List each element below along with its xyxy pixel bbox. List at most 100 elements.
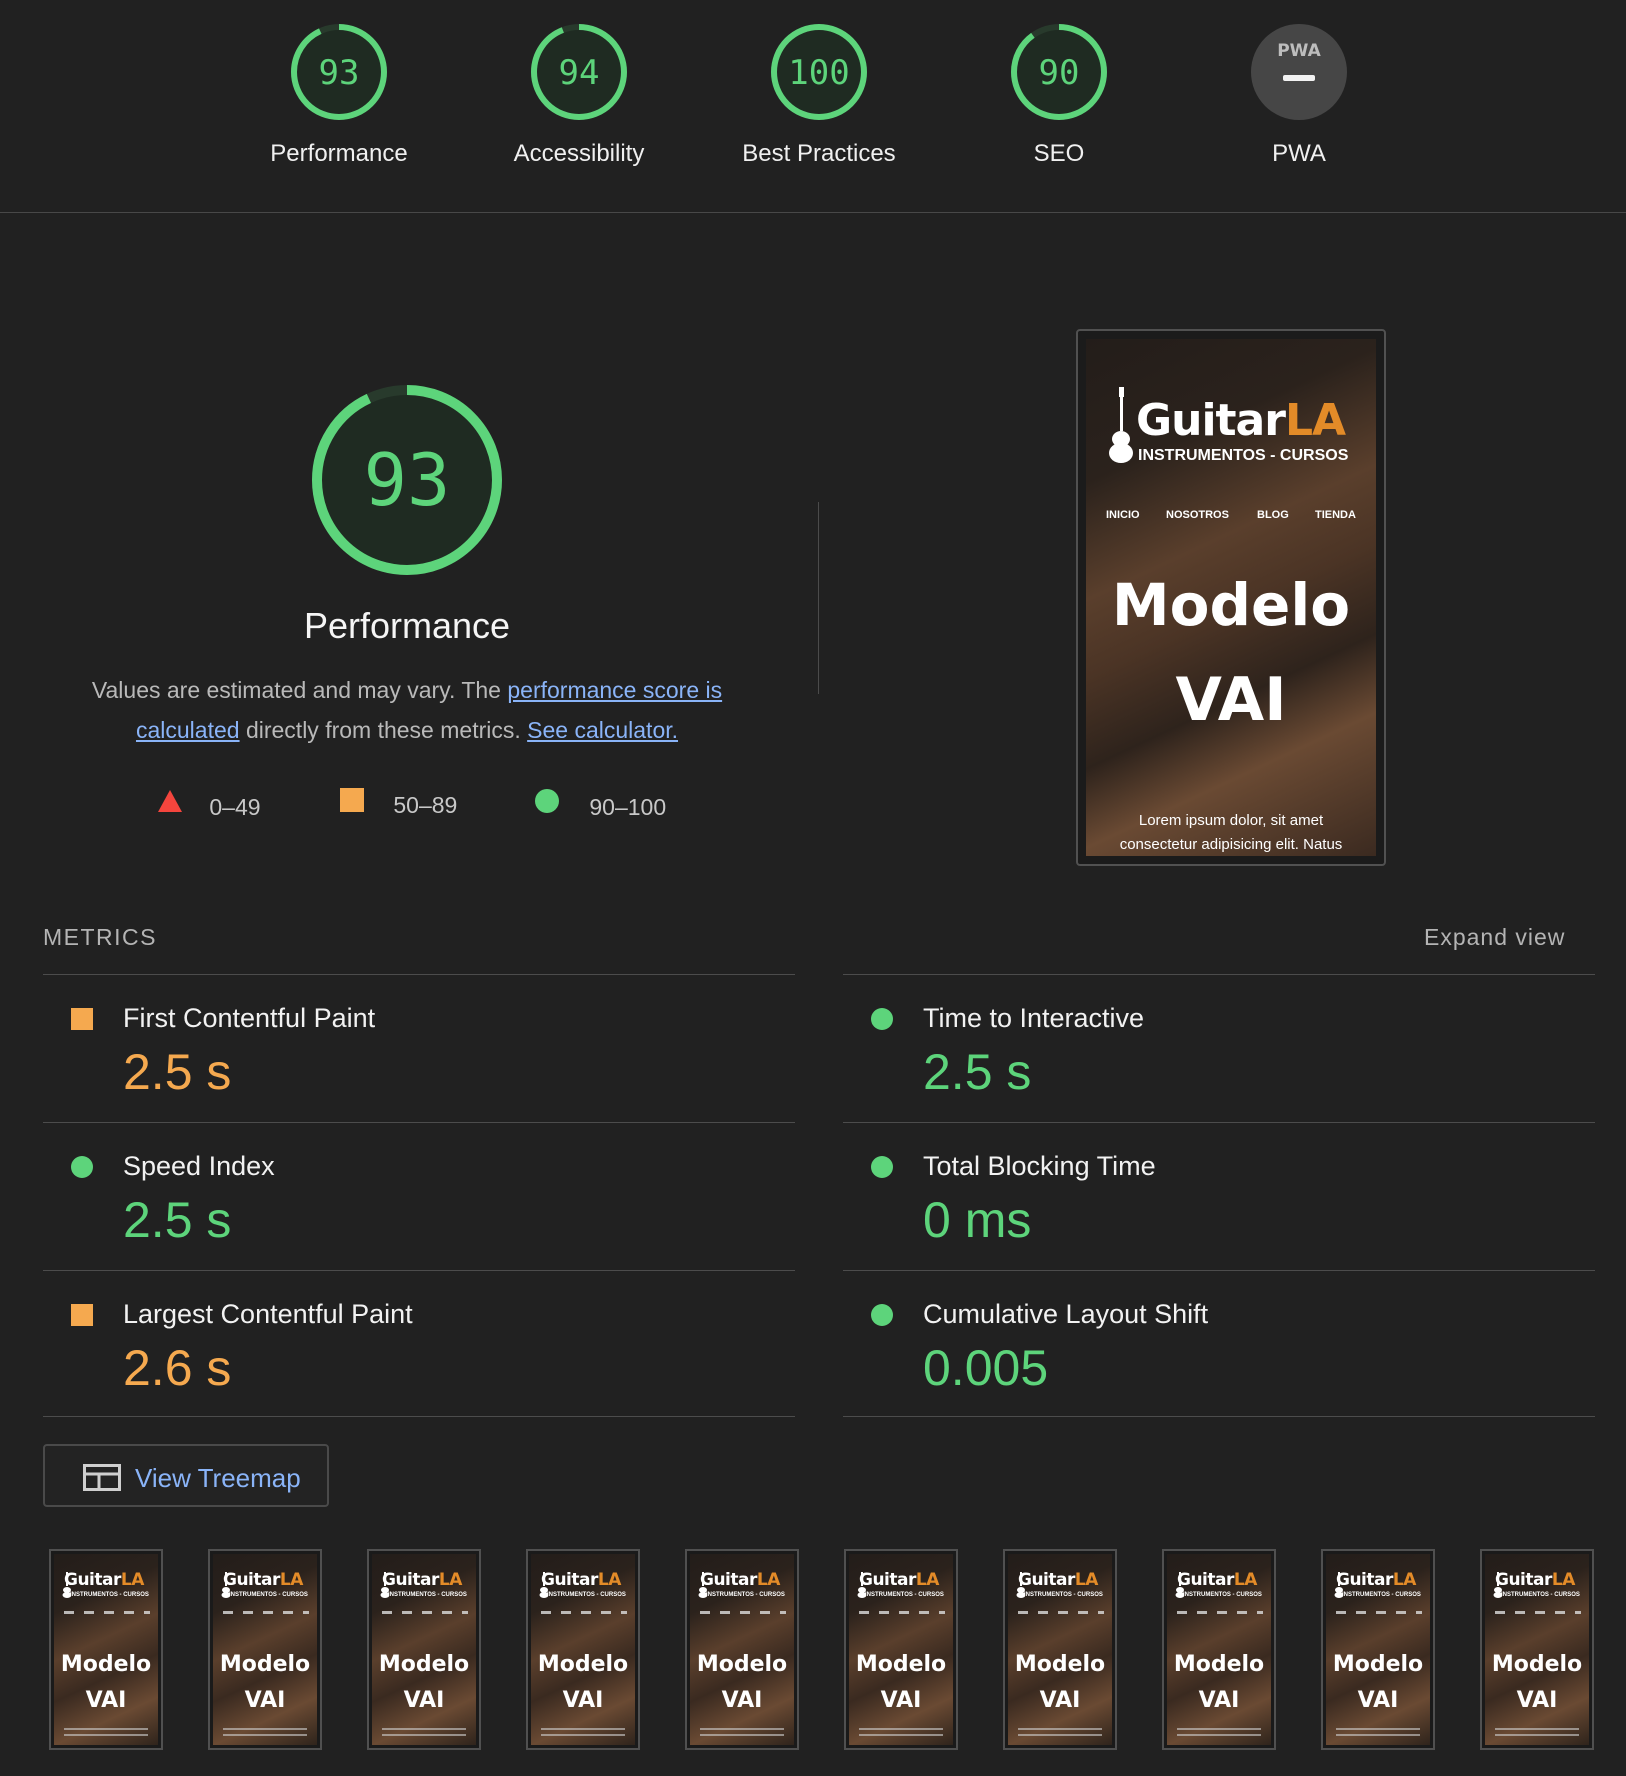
triangle-icon	[158, 790, 182, 812]
gauge-pwa-label: PWA	[1272, 140, 1326, 167]
pass-circle-icon	[871, 1304, 893, 1326]
gauge-accessibility-score: 94	[559, 53, 600, 93]
filmstrip-frame[interactable]: GuitarLA INSTRUMENTOS - CURSOS Modelo VAI	[1003, 1549, 1117, 1750]
expand-view-toggle[interactable]: Expand view	[1424, 924, 1565, 951]
metric-speed-index: Speed Index 2.5 s	[43, 1123, 795, 1271]
filmstrip-heading-line1: Modelo	[60, 1652, 152, 1677]
metric-label: Speed Index	[123, 1151, 275, 1181]
performance-score-gauge: 93	[312, 385, 502, 575]
filmstrip-nav	[1018, 1611, 1104, 1614]
filmstrip-heading-line1: Modelo	[696, 1652, 788, 1677]
site-logo: GuitarLA INSTRUMENTOS - CURSOS	[1136, 395, 1348, 464]
filmstrip-frame[interactable]: GuitarLA INSTRUMENTOS - CURSOS Modelo VAI	[1162, 1549, 1276, 1750]
filmstrip-nav	[1495, 1611, 1581, 1614]
filmstrip-lorem	[1177, 1728, 1261, 1739]
filmstrip-lorem	[1336, 1728, 1420, 1739]
filmstrip-nav	[1336, 1611, 1422, 1614]
filmstrip-lorem	[541, 1728, 625, 1739]
pass-circle-icon	[871, 1008, 893, 1030]
filmstrip-frame[interactable]: GuitarLA INSTRUMENTOS - CURSOS Modelo VAI	[1480, 1549, 1594, 1750]
filmstrip-heading-line2: VAI	[1198, 1688, 1240, 1713]
gauge-accessibility[interactable]: 94 Accessibility	[479, 22, 679, 168]
filmstrip-lorem	[1018, 1728, 1102, 1739]
category-gauges-bar: 93 Performance 94 Accessibility 100 Best…	[0, 0, 1626, 213]
filmstrip-heading-line2: VAI	[1357, 1688, 1399, 1713]
view-treemap-label: View Treemap	[135, 1463, 301, 1493]
filmstrip-frame[interactable]: GuitarLA INSTRUMENTOS - CURSOS Modelo VAI	[208, 1549, 322, 1750]
hero-heading-line2: VAI	[1175, 665, 1287, 735]
gauge-accessibility-label: Accessibility	[513, 140, 645, 167]
filmstrip-frame-image: GuitarLA INSTRUMENTOS - CURSOS Modelo VAI	[1167, 1554, 1271, 1745]
filmstrip-heading-line2: VAI	[880, 1688, 922, 1713]
filmstrip-nav	[1177, 1611, 1263, 1614]
gauge-performance[interactable]: 93 Performance	[239, 22, 439, 168]
logo-subtitle: INSTRUMENTOS - CURSOS	[1138, 447, 1349, 464]
filmstrip-logo-subtitle: INSTRUMENTOS - CURSOS	[865, 1592, 944, 1598]
treemap-icon	[83, 1464, 121, 1491]
description-text: Values are estimated and may vary. The	[91, 677, 508, 703]
filmstrip-heading-line2: VAI	[1516, 1688, 1558, 1713]
filmstrip-heading-line1: Modelo	[378, 1652, 470, 1677]
metric-total-blocking-time: Total Blocking Time 0 ms	[843, 1123, 1595, 1271]
filmstrip-frame-image: GuitarLA INSTRUMENTOS - CURSOS Modelo VAI	[1485, 1554, 1589, 1745]
filmstrip-logo-subtitle: INSTRUMENTOS - CURSOS	[706, 1592, 785, 1598]
gauge-seo-ring: 90	[1011, 24, 1107, 120]
metric-value: 0.005	[923, 1340, 1049, 1396]
filmstrip-logo-subtitle: INSTRUMENTOS - CURSOS	[229, 1592, 308, 1598]
filmstrip-lorem	[1495, 1728, 1579, 1739]
filmstrip-frame[interactable]: GuitarLA INSTRUMENTOS - CURSOS Modelo VAI	[685, 1549, 799, 1750]
filmstrip-frame[interactable]: GuitarLA INSTRUMENTOS - CURSOS Modelo VAI	[49, 1549, 163, 1750]
filmstrip-nav	[223, 1611, 309, 1614]
filmstrip-logo: GuitarLA	[541, 1570, 621, 1590]
filmstrip-frame-image: GuitarLA INSTRUMENTOS - CURSOS Modelo VAI	[213, 1554, 317, 1745]
filmstrip-logo: GuitarLA	[700, 1570, 780, 1590]
filmstrip-logo: GuitarLA	[1495, 1570, 1575, 1590]
filmstrip-frame-image: GuitarLA INSTRUMENTOS - CURSOS Modelo VAI	[372, 1554, 476, 1745]
lorem-line1: Lorem ipsum dolor, sit amet	[1138, 812, 1324, 829]
filmstrip-frame[interactable]: GuitarLA INSTRUMENTOS - CURSOS Modelo VAI	[844, 1549, 958, 1750]
filmstrip-lorem	[859, 1728, 943, 1739]
site-nav-tienda: TIENDA	[1315, 509, 1356, 521]
filmstrip-frame[interactable]: GuitarLA INSTRUMENTOS - CURSOS Modelo VAI	[1321, 1549, 1435, 1750]
filmstrip-lorem	[382, 1728, 466, 1739]
filmstrip-heading-line1: Modelo	[1332, 1652, 1424, 1677]
filmstrip-nav	[700, 1611, 786, 1614]
average-square-icon	[71, 1304, 93, 1326]
view-treemap-button[interactable]: View Treemap	[43, 1444, 329, 1507]
site-nav-blog: BLOG	[1257, 509, 1289, 521]
filmstrip-heading-line1: Modelo	[219, 1652, 311, 1677]
see-calculator-link[interactable]: See calculator.	[527, 717, 678, 743]
legend-pass-range: 90–100	[589, 794, 667, 821]
legend-fail: 0–49	[157, 788, 261, 820]
gauge-best-practices[interactable]: 100 Best Practices	[719, 22, 919, 168]
pass-circle-icon	[71, 1156, 93, 1178]
filmstrip-heading-line1: Modelo	[537, 1652, 629, 1677]
filmstrip-heading-line1: Modelo	[1014, 1652, 1106, 1677]
filmstrip-heading-line1: Modelo	[1173, 1652, 1265, 1677]
filmstrip-frame-image: GuitarLA INSTRUMENTOS - CURSOS Modelo VAI	[849, 1554, 953, 1745]
filmstrip-heading-line2: VAI	[1039, 1688, 1081, 1713]
metric-value: 2.5 s	[123, 1192, 232, 1248]
filmstrip-frame[interactable]: GuitarLA INSTRUMENTOS - CURSOS Modelo VAI	[367, 1549, 481, 1750]
filmstrip-logo-subtitle: INSTRUMENTOS - CURSOS	[1342, 1592, 1421, 1598]
filmstrip-heading-line1: Modelo	[855, 1652, 947, 1677]
final-screenshot[interactable]: GuitarLA INSTRUMENTOS - CURSOS INICIO NO…	[1076, 329, 1386, 866]
metric-first-contentful-paint: First Contentful Paint 2.5 s	[43, 975, 795, 1123]
square-icon	[340, 788, 364, 812]
filmstrip-heading-line1: Modelo	[1491, 1652, 1583, 1677]
filmstrip-frame[interactable]: GuitarLA INSTRUMENTOS - CURSOS Modelo VAI	[526, 1549, 640, 1750]
average-square-icon	[71, 1008, 93, 1030]
filmstrip-logo: GuitarLA	[1177, 1570, 1257, 1590]
filmstrip-frame-image: GuitarLA INSTRUMENTOS - CURSOS Modelo VAI	[54, 1554, 158, 1745]
filmstrip-lorem	[223, 1728, 307, 1739]
gauge-pwa[interactable]: PWA PWA	[1199, 22, 1399, 168]
gauge-seo-label: SEO	[1033, 140, 1085, 167]
metric-cumulative-layout-shift: Cumulative Layout Shift 0.005	[843, 1271, 1595, 1419]
hero-heading-line1: Modelo	[1111, 571, 1351, 639]
filmstrip-nav	[382, 1611, 468, 1614]
gauge-best-practices-ring: 100	[771, 24, 867, 120]
gauge-seo[interactable]: 90 SEO	[959, 22, 1159, 168]
performance-score-value: 93	[364, 438, 451, 522]
filmstrip-nav	[541, 1611, 627, 1614]
gauge-best-practices-label: Best Practices	[742, 140, 896, 167]
